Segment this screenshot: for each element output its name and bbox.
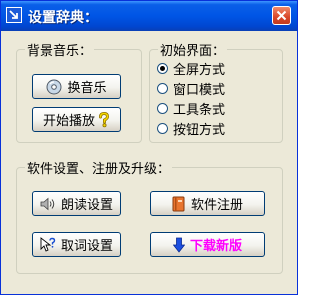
radio-window-mode-label: 窗口模式 <box>173 82 226 98</box>
radio-fullscreen-label: 全屏方式 <box>173 62 226 78</box>
radio-fullscreen[interactable]: 全屏方式 <box>157 59 226 78</box>
software-settings-group-title: 软件设置、注册及升级： <box>25 158 173 177</box>
radio-button[interactable] <box>157 102 168 114</box>
start-play-label: 开始播放 <box>42 114 95 129</box>
speaker-icon <box>40 196 56 212</box>
initial-interface-group-title: 初始界面： <box>158 40 228 59</box>
restore-arrow-icon <box>6 7 22 23</box>
software-settings-group: 软件设置、注册及升级： <box>16 158 283 274</box>
download-new-version-button[interactable]: 下载新版 <box>150 232 265 257</box>
register-button[interactable]: 软件注册 <box>150 191 265 216</box>
settings-dialog: 设置辞典： 背景音乐： 换音乐 开始播放 初始界面： 全屏方式 窗口模式 工具条… <box>0 0 298 295</box>
radio-window-mode[interactable]: 窗口模式 <box>157 79 226 98</box>
book-icon <box>172 196 186 212</box>
background-music-group-title: 背景音乐： <box>25 40 95 59</box>
close-button[interactable] <box>272 6 291 25</box>
change-music-button[interactable]: 换音乐 <box>32 74 121 99</box>
radio-toolbar-label: 工具条式 <box>173 102 226 118</box>
down-arrow-icon <box>172 237 185 253</box>
window-title: 设置辞典： <box>28 10 98 26</box>
read-settings-button[interactable]: 朗读设置 <box>32 191 121 216</box>
register-label: 软件注册 <box>190 198 243 213</box>
download-new-version-label: 下载新版 <box>189 239 242 254</box>
word-pick-settings-label: 取词设置 <box>60 239 113 254</box>
radio-toolbar[interactable]: 工具条式 <box>157 99 226 118</box>
read-settings-label: 朗读设置 <box>60 198 113 213</box>
word-pick-settings-button[interactable]: 取词设置 <box>32 232 121 257</box>
close-icon <box>276 10 287 21</box>
radio-button-mode-label: 按钮方式 <box>173 122 226 138</box>
start-play-button[interactable]: 开始播放 <box>32 107 121 132</box>
radio-button[interactable] <box>157 122 168 134</box>
title-bar[interactable]: 设置辞典： <box>1 1 297 31</box>
cd-icon <box>46 79 62 95</box>
change-music-label: 换音乐 <box>67 81 107 96</box>
radio-button[interactable] <box>157 82 168 94</box>
radio-button-mode[interactable]: 按钮方式 <box>157 119 226 138</box>
radio-button[interactable] <box>157 62 168 74</box>
cursor-question-icon <box>40 236 56 253</box>
question-mark-icon <box>98 111 110 128</box>
